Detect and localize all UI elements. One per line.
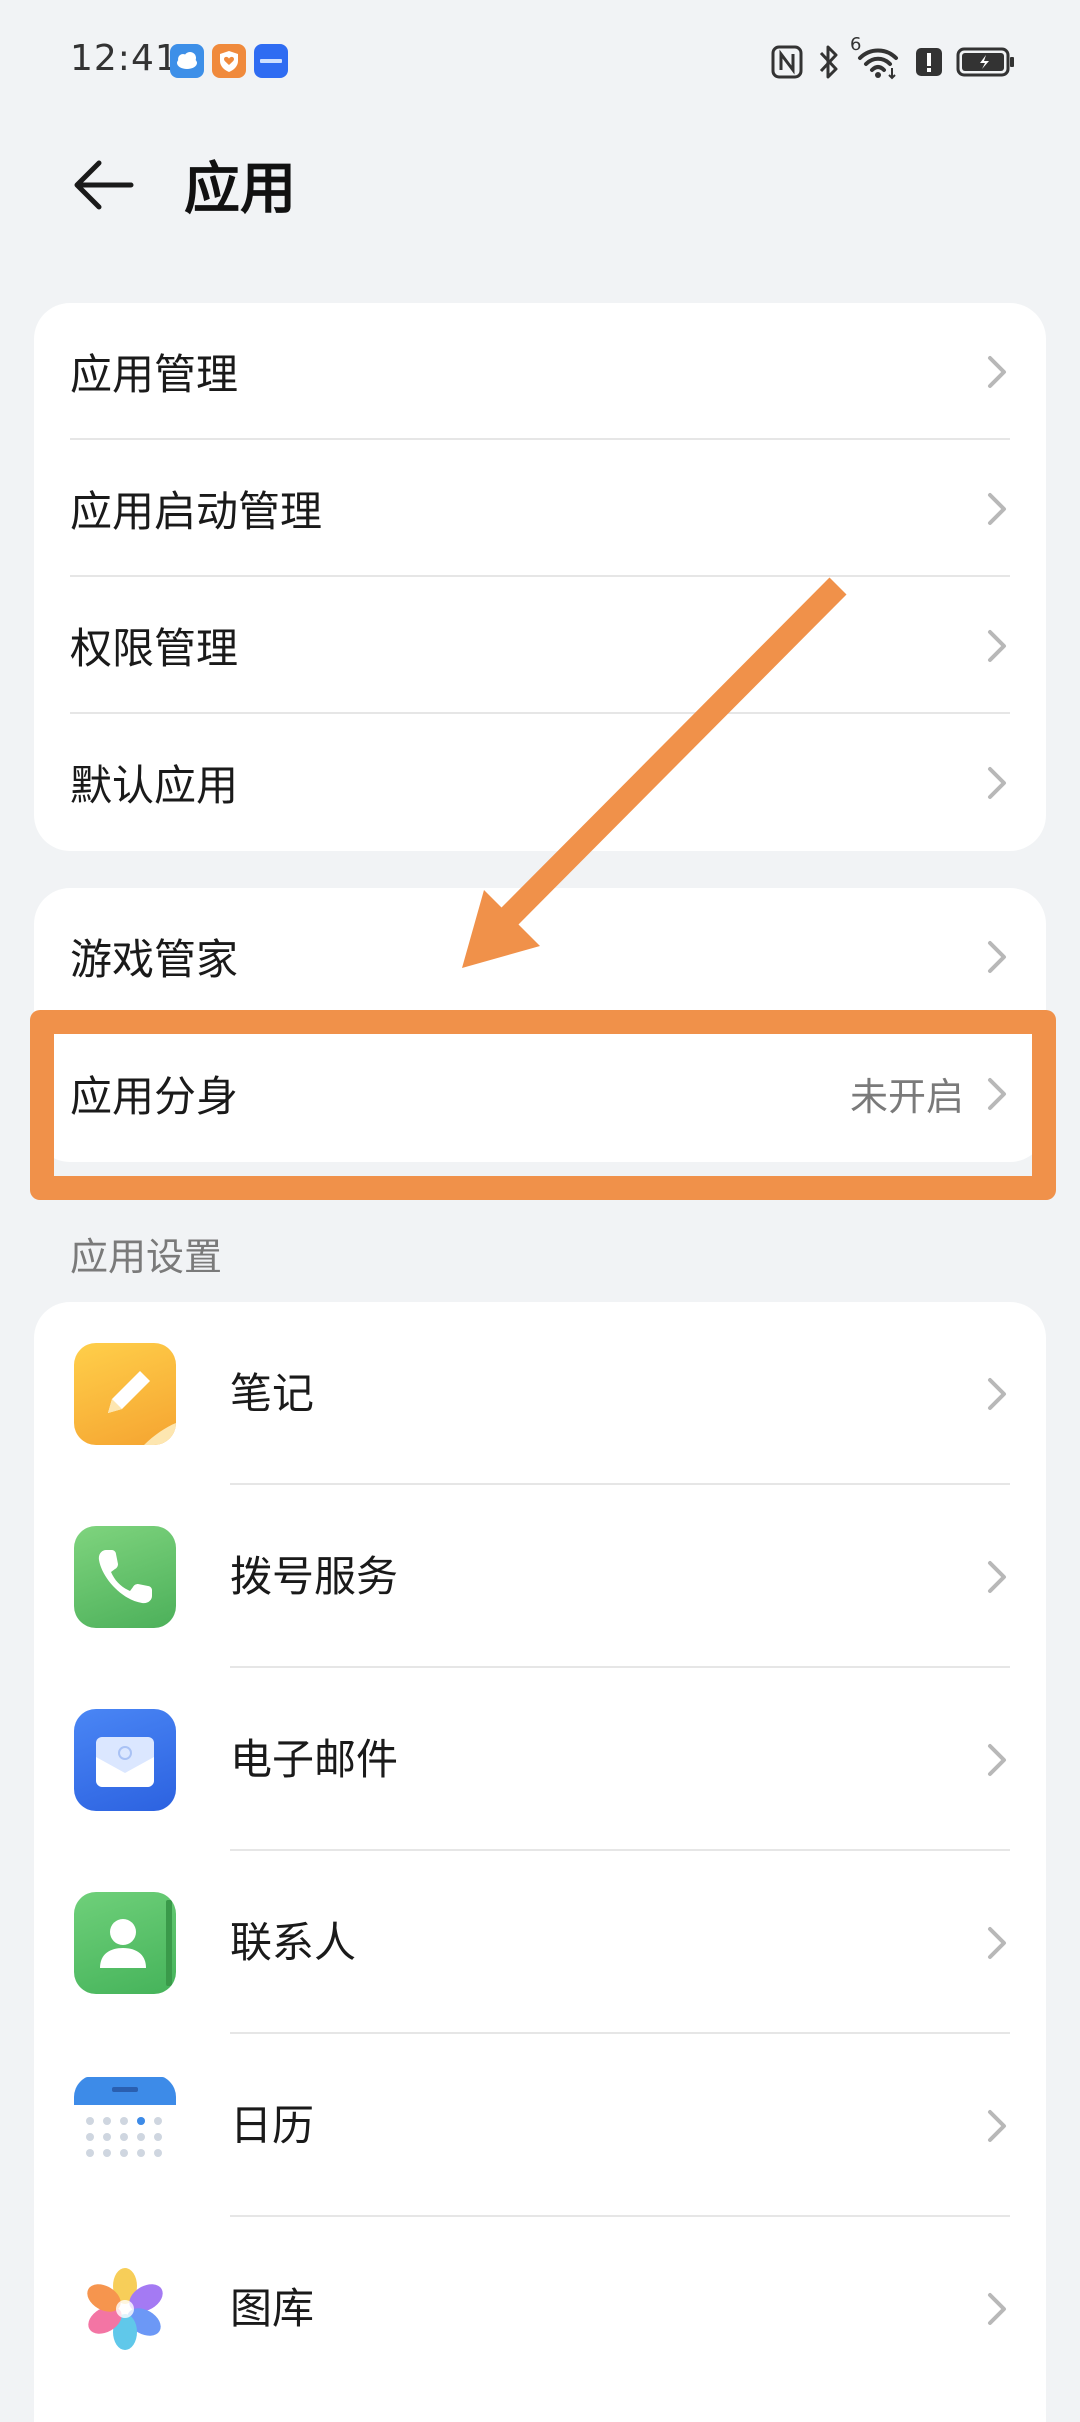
app-label: 拨号服务 (230, 1552, 399, 1601)
annotation-highlight-box (30, 1010, 1056, 1200)
status-time: 12:41 (70, 38, 179, 79)
row-app-launch-management[interactable]: 应用启动管理 (34, 440, 1046, 577)
row-permission-management[interactable]: 权限管理 (34, 577, 1046, 714)
app-label: 联系人 (230, 1918, 357, 1967)
back-arrow-icon (74, 160, 134, 210)
back-button[interactable] (70, 150, 140, 220)
shield-app-icon (212, 44, 246, 78)
chevron-right-icon (988, 355, 1006, 388)
chevron-right-icon (988, 629, 1006, 662)
nfc-icon (771, 45, 803, 79)
row-label: 默认应用 (70, 761, 239, 810)
wifi-network-label: 6 (850, 34, 862, 55)
section-title: 应用设置 (70, 1235, 223, 1279)
row-label: 应用启动管理 (70, 487, 323, 536)
status-bar: 12:41 6 (0, 0, 1080, 124)
notes-icon (74, 1343, 176, 1445)
chevron-right-icon (988, 492, 1006, 525)
row-label: 应用管理 (70, 350, 239, 399)
chevron-right-icon (988, 2292, 1006, 2325)
bluetooth-icon (819, 45, 838, 79)
row-default-apps[interactable]: 默认应用 (34, 714, 1046, 851)
wifi-icon: 6 (850, 34, 902, 82)
app-label: 笔记 (230, 1369, 315, 1418)
app-row-contacts[interactable]: 联系人 (34, 1851, 1046, 2034)
status-icons: 6 (770, 34, 1016, 84)
page-title: 应用 (184, 157, 296, 222)
weather-app-icon (170, 44, 204, 78)
chevron-right-icon (988, 766, 1006, 799)
chevron-right-icon (988, 1926, 1006, 1959)
app-list-card: 笔记 拨号服务 电子邮件 联系人 日历 图库 (34, 1302, 1046, 2422)
gallery-icon (74, 2258, 176, 2360)
app-row-gallery[interactable]: 图库 (34, 2217, 1046, 2400)
app-row-notes[interactable]: 笔记 (34, 1302, 1046, 1485)
phone-icon (74, 1526, 176, 1628)
app-label: 日历 (230, 2101, 315, 2150)
chevron-right-icon (988, 940, 1006, 973)
chevron-right-icon (988, 2109, 1006, 2142)
app-row-dialer[interactable]: 拨号服务 (34, 1485, 1046, 1668)
app-label: 图库 (230, 2284, 315, 2333)
honor-app-icon (254, 44, 288, 78)
app-settings-card-1: 应用管理 应用启动管理 权限管理 默认应用 (34, 303, 1046, 851)
row-game-manager[interactable]: 游戏管家 (34, 888, 1046, 1025)
chevron-right-icon (988, 1560, 1006, 1593)
alert-icon (916, 48, 942, 76)
chevron-right-icon (988, 1743, 1006, 1776)
email-icon (74, 1709, 176, 1811)
contacts-icon (74, 1892, 176, 1994)
row-label: 权限管理 (70, 624, 239, 673)
app-row-email[interactable]: 电子邮件 (34, 1668, 1046, 1851)
row-app-management[interactable]: 应用管理 (34, 303, 1046, 440)
app-label: 电子邮件 (230, 1735, 399, 1784)
battery-icon (956, 47, 1014, 77)
calendar-icon (74, 2075, 176, 2177)
app-row-calendar[interactable]: 日历 (34, 2034, 1046, 2217)
row-label: 游戏管家 (70, 935, 239, 984)
chevron-right-icon (988, 1377, 1006, 1410)
